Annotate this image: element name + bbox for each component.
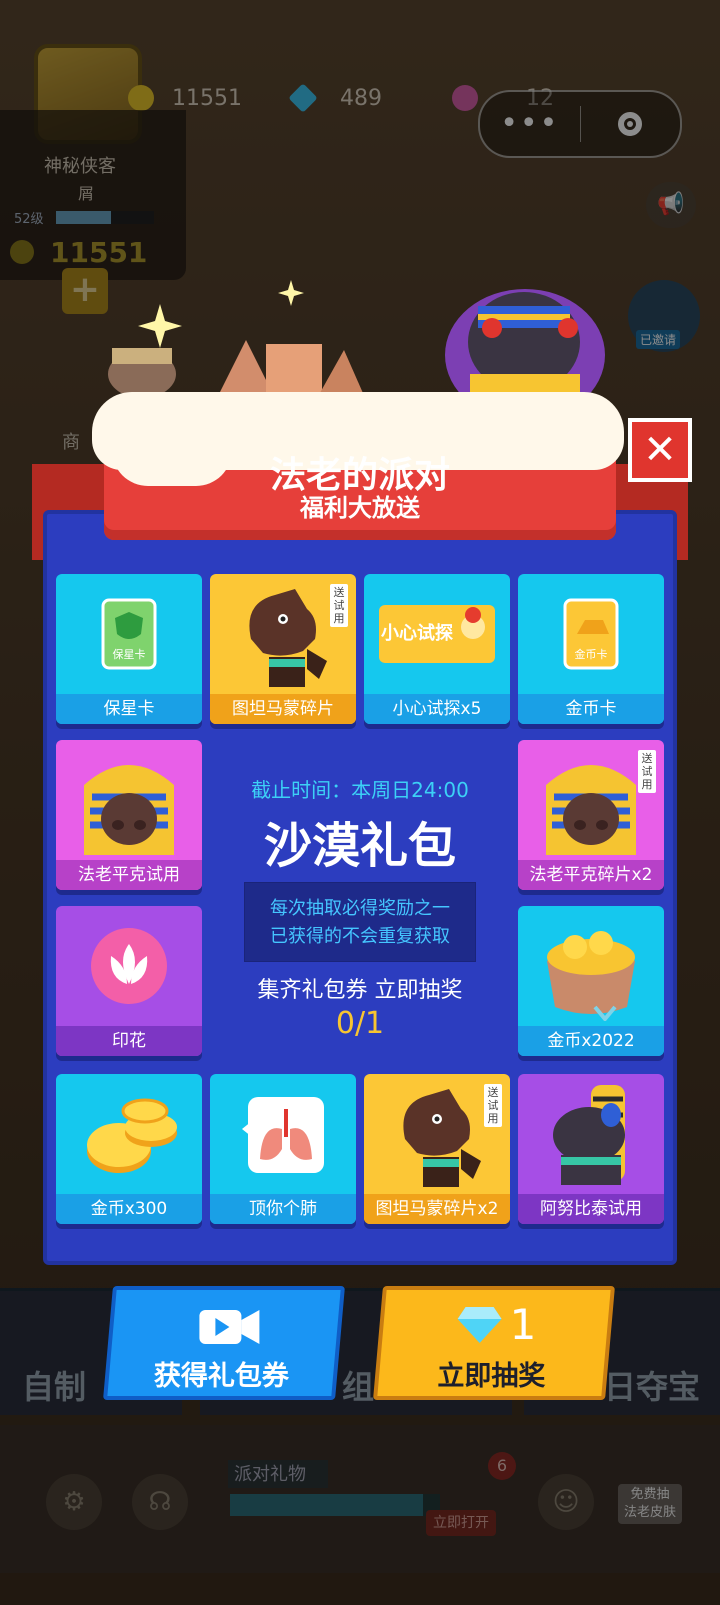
reward-tile[interactable]: 送试用 图坦马蒙碎片x2 <box>364 1074 510 1224</box>
sparkle-star-icon <box>278 280 304 306</box>
reward-label: 阿努比泰试用 <box>518 1194 664 1224</box>
modal-subtitle: 福利大放送 <box>300 494 420 522</box>
card-art-label: 小心试探 <box>381 622 454 644</box>
reward-label: 金币x2022 <box>518 1026 664 1056</box>
pharaoh-pig-icon <box>56 740 202 860</box>
get-ticket-button[interactable]: 获得礼包券 <box>103 1286 345 1400</box>
diamond-icon <box>457 1306 502 1343</box>
close-x-icon[interactable]: ✕ <box>628 418 692 482</box>
reward-label: 图坦马蒙碎片x2 <box>364 1194 510 1224</box>
reward-tile[interactable]: 金币x2022 <box>518 906 664 1056</box>
lungs-icon <box>210 1074 356 1194</box>
reward-tile[interactable]: 金币x300 <box>56 1074 202 1224</box>
draw-rule-notice: 每次抽取必得奖励之一 已获得的不会重复获取 <box>244 882 476 962</box>
reward-tile[interactable]: 阿努比泰试用 <box>518 1074 664 1224</box>
deadline-text: 截止时间：本周日24:00 <box>251 778 469 802</box>
reward-label: 金币卡 <box>518 694 664 724</box>
reward-label: 顶你个肺 <box>210 1194 356 1224</box>
draw-cost-number: 1 <box>509 1300 537 1349</box>
careful-probe-card-icon: 小心试探 <box>364 574 510 694</box>
ticket-progress: 0/1 <box>335 1006 385 1041</box>
pyramid-decoration-icon <box>216 340 366 400</box>
collect-hint: 集齐礼包券 立即抽奖 <box>257 978 463 1003</box>
reward-label: 印花 <box>56 1026 202 1056</box>
coin-pile-icon <box>56 1074 202 1194</box>
trial-tag: 送试用 <box>330 584 348 627</box>
reward-tile[interactable]: 印花 <box>56 906 202 1056</box>
reward-tile[interactable]: 法老平克试用 <box>56 740 202 890</box>
reward-label: 保星卡 <box>56 694 202 724</box>
draw-cost: 1 <box>456 1300 537 1349</box>
card-art-label: 金币卡 <box>575 647 608 661</box>
draw-now-label: 立即抽奖 <box>437 1361 546 1392</box>
trial-tag: 送试用 <box>484 1084 502 1127</box>
notice-line-1: 每次抽取必得奖励之一 <box>270 898 450 919</box>
reward-tile[interactable]: 送试用 法老平克碎片x2 <box>518 740 664 890</box>
anubis-character-icon <box>518 1074 664 1194</box>
reward-label: 法老平克试用 <box>56 860 202 890</box>
reward-label: 图坦马蒙碎片 <box>210 694 356 724</box>
gold-card-icon: 金币卡 <box>518 574 664 694</box>
reward-tile[interactable]: 小心试探 小心试探x5 <box>364 574 510 724</box>
lotus-stamp-icon <box>56 906 202 1026</box>
reward-tile[interactable]: 顶你个肺 <box>210 1074 356 1224</box>
reward-tile[interactable]: 送试用 图坦马蒙碎片 <box>210 574 356 724</box>
star-card-icon: 保星卡 <box>56 574 202 694</box>
card-art-label: 保星卡 <box>113 647 146 661</box>
reward-tile[interactable]: 保星卡 保星卡 <box>56 574 202 724</box>
reward-label: 法老平克碎片x2 <box>518 860 664 890</box>
reward-tile[interactable]: 金币卡 金币卡 <box>518 574 664 724</box>
reward-label: 小心试探x5 <box>364 694 510 724</box>
notice-line-2: 已获得的不会重复获取 <box>270 926 450 947</box>
sparkle-star-icon <box>138 304 182 348</box>
get-ticket-label: 获得礼包券 <box>153 1361 289 1392</box>
trial-tag: 送试用 <box>638 750 656 793</box>
coin-bag-icon <box>518 906 664 1026</box>
video-camera-icon <box>199 1310 260 1344</box>
pig-character-icon <box>108 348 176 398</box>
pack-name: 沙漠礼包 <box>263 818 456 874</box>
draw-now-button[interactable]: 1 立即抽奖 <box>373 1286 615 1400</box>
reward-label: 金币x300 <box>56 1194 202 1224</box>
